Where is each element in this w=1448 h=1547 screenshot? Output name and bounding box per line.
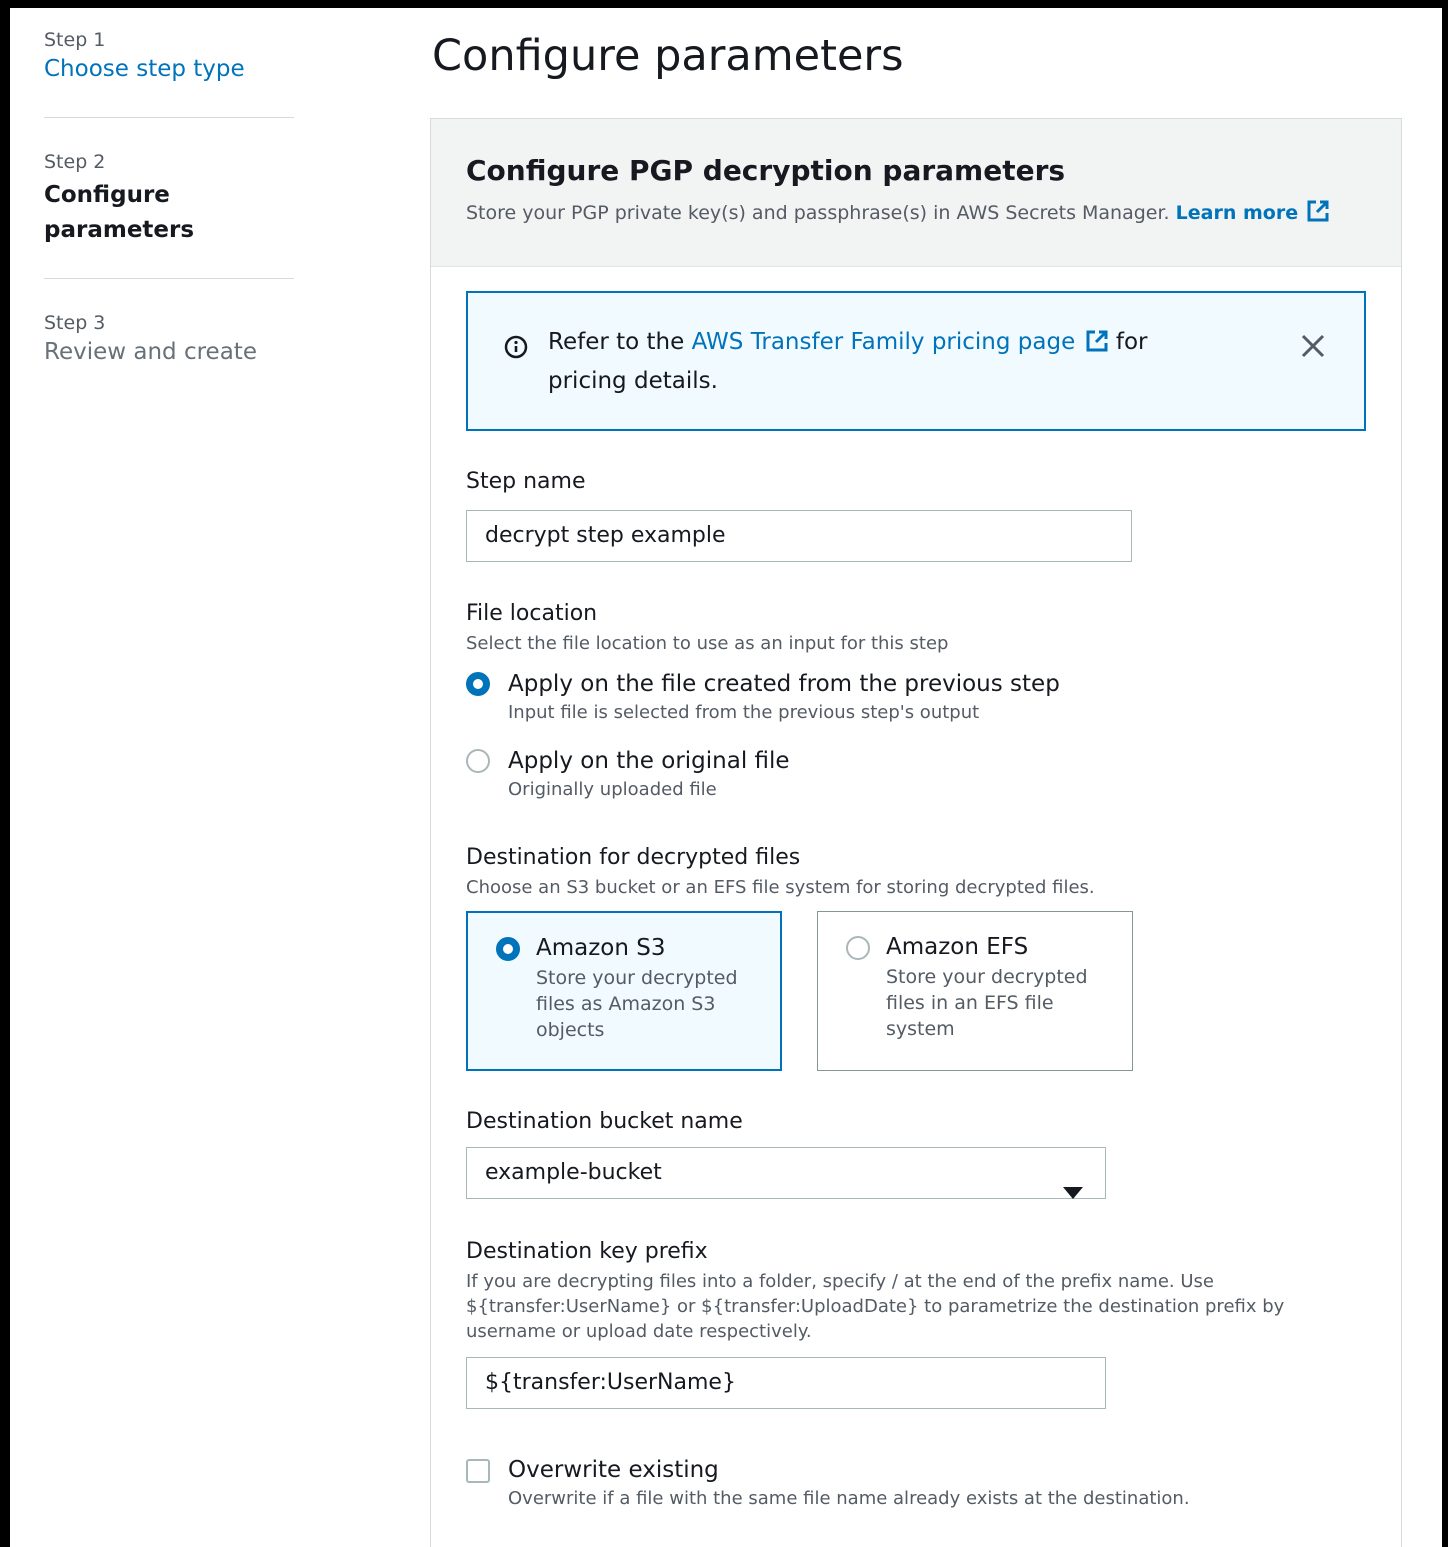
radio-description: Originally uploaded file [508, 779, 717, 800]
key-prefix-label: Destination key prefix [466, 1239, 708, 1264]
external-link-icon[interactable] [1306, 199, 1330, 230]
radio-button[interactable] [466, 749, 490, 773]
step-3-number: Step 3 [44, 312, 106, 334]
radio-option-original-file[interactable]: Apply on the original file Originally up… [466, 746, 1166, 806]
step-2-title-line2: parameters [44, 217, 195, 243]
info-icon [504, 335, 528, 363]
tile-amazon-s3[interactable]: Amazon S3 Store your decrypted files as … [466, 911, 782, 1071]
bucket-name-label: Destination bucket name [466, 1109, 743, 1134]
pricing-info-alert: Refer to the AWS Transfer Family pricing… [466, 291, 1366, 431]
key-prefix-description-line1: If you are decrypting files into a folde… [466, 1271, 1214, 1292]
tile-description: Store your decrypted files in an EFS fil… [886, 966, 1088, 1040]
radio-option-previous-step[interactable]: Apply on the file created from the previ… [466, 669, 1166, 729]
container-description-text: Store your PGP private key(s) and passph… [466, 202, 1170, 224]
container-header: Configure PGP decryption parameters Stor… [431, 119, 1401, 267]
radio-button[interactable] [846, 936, 870, 960]
pricing-page-link[interactable]: AWS Transfer Family pricing page [692, 329, 1076, 355]
key-prefix-input[interactable]: ${transfer:UserName} [466, 1357, 1106, 1409]
step-name-label: Step name [466, 469, 586, 494]
radio-button-checked[interactable] [496, 937, 520, 961]
tile-description: Store your decrypted files as Amazon S3 … [536, 967, 738, 1041]
key-prefix-description-line3: username or upload date respectively. [466, 1321, 812, 1342]
external-link-icon[interactable] [1085, 329, 1109, 364]
page-frame: Step 1 Choose step type Step 2 Configure… [10, 8, 1442, 1547]
step-2-block: Step 2 Configure parameters [44, 150, 294, 248]
close-icon[interactable] [1300, 333, 1326, 363]
radio-label: Apply on the file created from the previ… [508, 671, 1060, 697]
checkbox-description: Overwrite if a file with the same file n… [508, 1488, 1190, 1509]
step-name-input[interactable]: decrypt step example [466, 510, 1132, 562]
caret-down-icon[interactable] [1063, 1168, 1083, 1218]
step-1-link[interactable]: Choose step type [44, 52, 294, 87]
page-title: Configure parameters [432, 31, 904, 81]
wizard-step-navigation: Step 1 Choose step type Step 2 Configure… [44, 28, 294, 370]
container-description: Store your PGP private key(s) and passph… [466, 199, 1401, 230]
destination-label: Destination for decrypted files [466, 845, 801, 870]
key-prefix-description-line2: ${transfer:UserName} or ${transfer:Uploa… [466, 1296, 1285, 1317]
step-divider [44, 117, 294, 118]
alert-message: Refer to the AWS Transfer Family pricing… [548, 325, 1228, 399]
tile-title: Amazon EFS [886, 934, 1029, 960]
step-1-block: Step 1 Choose step type [44, 28, 294, 87]
pgp-parameters-container: Configure PGP decryption parameters Stor… [430, 118, 1402, 1547]
checkbox-label: Overwrite existing [508, 1457, 719, 1483]
tile-title: Amazon S3 [536, 935, 666, 961]
destination-description: Choose an S3 bucket or an EFS file syste… [466, 877, 1095, 898]
file-location-label: File location [466, 601, 598, 626]
radio-description: Input file is selected from the previous… [508, 702, 980, 723]
bucket-select[interactable]: example-bucket [466, 1147, 1106, 1199]
step-2-title-line1: Configure [44, 182, 170, 208]
overwrite-checkbox[interactable] [466, 1459, 490, 1483]
container-title: Configure PGP decryption parameters [466, 154, 1066, 187]
step-1-number: Step 1 [44, 29, 106, 51]
step-divider [44, 278, 294, 279]
file-location-description: Select the file location to use as an in… [466, 633, 949, 654]
tile-amazon-efs[interactable]: Amazon EFS Store your decrypted files in… [817, 911, 1133, 1071]
alert-text-prefix: Refer to the [548, 329, 685, 355]
step-3-title: Review and create [44, 339, 257, 365]
learn-more-link[interactable]: Learn more [1176, 202, 1298, 224]
bucket-select-value: example-bucket [485, 1160, 662, 1185]
step-2-number: Step 2 [44, 151, 106, 173]
step-3-block: Step 3 Review and create [44, 311, 294, 370]
radio-button-checked[interactable] [466, 672, 490, 696]
radio-label: Apply on the original file [508, 748, 790, 774]
overwrite-checkbox-row[interactable]: Overwrite existing Overwrite if a file w… [466, 1455, 1266, 1515]
